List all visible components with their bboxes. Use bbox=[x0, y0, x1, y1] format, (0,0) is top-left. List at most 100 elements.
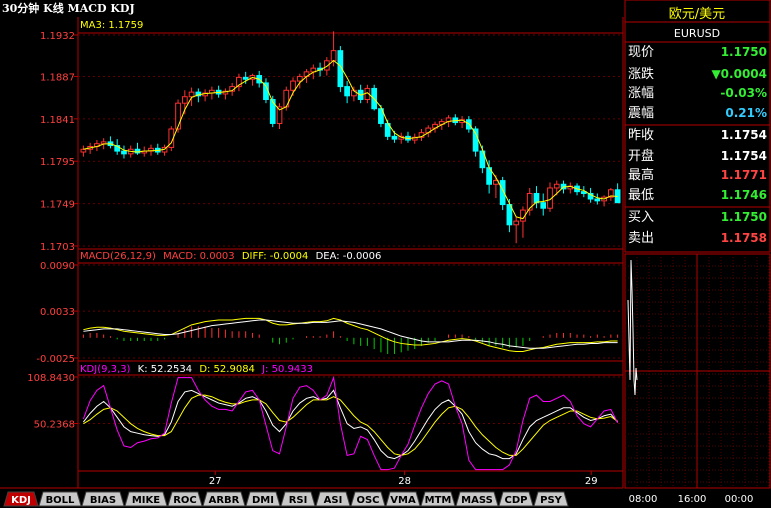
tab-mike[interactable]: MIKE bbox=[124, 491, 168, 507]
price-panel[interactable] bbox=[77, 32, 624, 250]
tab-bias[interactable]: BIAS bbox=[81, 491, 125, 507]
candle-body bbox=[181, 96, 188, 104]
tab-label: MIKE bbox=[132, 495, 160, 506]
intraday-time-label: 16:00 bbox=[678, 494, 707, 505]
kdj-title-label: KDJ(9,3,3) K: 52.2534 D: 52.9084 J: 50.9… bbox=[80, 364, 313, 375]
quote-row-label: 卖出 bbox=[628, 231, 654, 246]
instrument-name: 欧元/美元 bbox=[669, 7, 725, 22]
tab-asi[interactable]: ASI bbox=[315, 491, 351, 507]
tab-dmi[interactable]: DMI bbox=[245, 491, 281, 507]
y-tick-label: 0.0090 bbox=[40, 261, 75, 272]
k-value-label: K: 52.2534 bbox=[138, 364, 192, 375]
k-line bbox=[82, 389, 618, 460]
diff-line bbox=[83, 317, 618, 353]
quote-row-value: 1.1750 bbox=[721, 45, 767, 59]
quote-panel: 欧元/美元 EURUSD 现价 1.1750 涨跌 ▼0.0004 涨幅 -0.03% 震幅… bbox=[624, 0, 771, 253]
x-axis-date-label: 28 bbox=[398, 476, 411, 487]
candle-body bbox=[344, 86, 350, 97]
quote-row-value: -0.03% bbox=[720, 86, 767, 100]
tab-label: DMI bbox=[252, 495, 274, 506]
quote-row-label: 昨收 bbox=[628, 128, 654, 143]
candle-body bbox=[188, 91, 195, 98]
tab-label: MASS bbox=[461, 495, 493, 506]
tab-boll[interactable]: BOLL bbox=[38, 491, 82, 507]
intraday-time-label: 00:00 bbox=[725, 494, 754, 505]
candle-body bbox=[121, 150, 127, 155]
candle-body bbox=[472, 128, 479, 152]
tab-psy[interactable]: PSY bbox=[533, 491, 569, 507]
y-tick-label: 1.1932 bbox=[40, 31, 75, 42]
tab-label: KDJ bbox=[11, 495, 31, 506]
tab-label: OSC bbox=[356, 495, 379, 506]
tab-kdj[interactable]: KDJ bbox=[3, 491, 39, 507]
quote-row-label: 震幅 bbox=[628, 106, 654, 121]
tab-label: ROC bbox=[173, 495, 197, 506]
tab-label: PSY bbox=[540, 495, 563, 506]
candle-body bbox=[330, 50, 337, 62]
candle-body bbox=[100, 141, 107, 145]
macd-value-label: MACD: 0.0003 bbox=[163, 251, 235, 262]
intraday-chart[interactable]: 08:00 16:00 00:00 bbox=[624, 253, 771, 505]
tab-label: RSI bbox=[289, 495, 308, 506]
candle-body bbox=[391, 135, 398, 140]
quote-row-value: 1.1754 bbox=[721, 149, 767, 163]
candle-body bbox=[513, 220, 520, 226]
d-line bbox=[83, 394, 618, 456]
intraday-price-line bbox=[627, 259, 638, 396]
j-value-label: J: 50.9433 bbox=[261, 364, 313, 375]
y-tick-label: 1.1887 bbox=[40, 72, 75, 83]
intraday-time-label: 08:00 bbox=[629, 494, 658, 505]
macd-panel[interactable] bbox=[77, 262, 624, 362]
quote-row-label: 买入 bbox=[628, 210, 654, 225]
tab-label: MTM bbox=[425, 495, 452, 506]
macd-param-label: MACD(26,12,9) bbox=[80, 251, 156, 262]
dea-value-label: DEA: -0.0006 bbox=[316, 251, 382, 262]
candle-body bbox=[533, 192, 540, 204]
tab-rsi[interactable]: RSI bbox=[280, 491, 316, 507]
quote-row-value: 1.1746 bbox=[721, 188, 767, 202]
quote-row-value: ▼0.0004 bbox=[711, 67, 767, 81]
tab-label: VMA bbox=[390, 495, 416, 506]
d-value-label: D: 52.9084 bbox=[199, 364, 255, 375]
quote-row-value: 1.1758 bbox=[721, 231, 767, 245]
candle-body bbox=[296, 75, 303, 82]
quote-row-value: 1.1754 bbox=[721, 128, 767, 142]
x-axis-date-label: 29 bbox=[585, 476, 598, 487]
tab-mtm[interactable]: MTM bbox=[420, 491, 456, 507]
tab-label: ASI bbox=[324, 495, 343, 506]
instrument-symbol: EURUSD bbox=[674, 27, 720, 40]
candle-body bbox=[269, 98, 276, 124]
tab-osc[interactable]: OSC bbox=[350, 491, 386, 507]
quote-row-label: 开盘 bbox=[628, 148, 654, 164]
quote-row-label: 涨跌 bbox=[628, 66, 654, 82]
y-tick-label: -0.0025 bbox=[36, 354, 75, 365]
tab-vma[interactable]: VMA bbox=[385, 491, 421, 507]
quote-row-label: 最高 bbox=[628, 167, 654, 183]
ma3-label: MA3: 1.1759 bbox=[80, 20, 143, 31]
macd-title-label: MACD(26,12,9) MACD: 0.0003 DIFF: -0.0004… bbox=[80, 251, 381, 262]
candle-body bbox=[540, 202, 547, 209]
y-tick-label: 108.8430 bbox=[27, 373, 75, 384]
chart-window: 30分钟 K线 MACD KDJ MA3: 1.1759 MACD(26,12,… bbox=[0, 0, 771, 507]
candle-body bbox=[553, 183, 560, 189]
tab-label: CDP bbox=[505, 495, 528, 506]
chart-title: 30分钟 K线 MACD KDJ bbox=[2, 1, 135, 15]
y-tick-label: 1.1841 bbox=[40, 115, 75, 126]
candle-body bbox=[290, 80, 296, 91]
tab-arbr[interactable]: ARBR bbox=[202, 491, 246, 507]
quote-row-value: 1.1750 bbox=[721, 210, 767, 224]
candle-body bbox=[175, 102, 181, 130]
tab-label: ARBR bbox=[209, 495, 240, 506]
candle-body bbox=[594, 198, 601, 202]
y-tick-label: 0.0033 bbox=[40, 307, 75, 318]
tab-mass[interactable]: MASS bbox=[455, 491, 499, 507]
tab-roc[interactable]: ROC bbox=[167, 491, 203, 507]
y-tick-label: 1.1749 bbox=[40, 200, 75, 211]
quote-row-value: 0.21% bbox=[725, 106, 767, 120]
y-tick-label: 1.1703 bbox=[40, 242, 75, 253]
y-tick-label: 50.2368 bbox=[34, 419, 75, 430]
quote-row-label: 现价 bbox=[628, 45, 654, 60]
candle-body bbox=[80, 148, 87, 153]
tab-label: BIAS bbox=[90, 495, 116, 506]
tab-cdp[interactable]: CDP bbox=[498, 491, 534, 507]
